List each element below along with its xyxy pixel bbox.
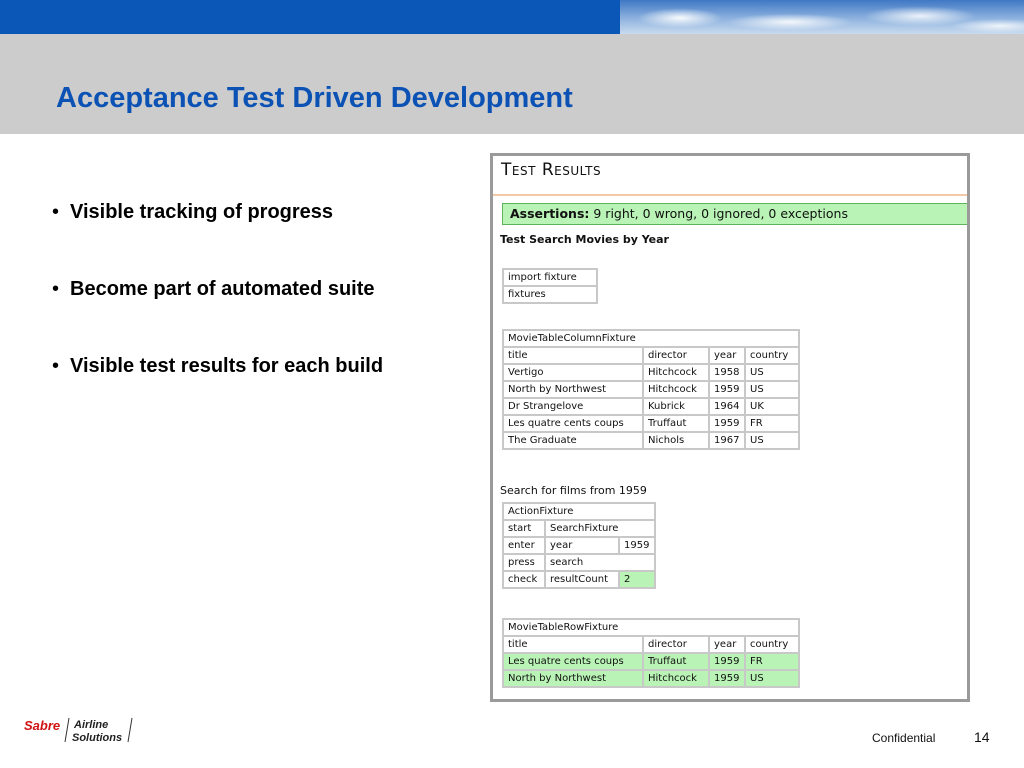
table-cell: enter [502,536,546,555]
fixture-name: MovieTableRowFixture [502,618,800,637]
import-fixture-table: import fixture fixtures [502,268,598,304]
table-cell: 1967 [708,431,746,450]
table-cell: country [744,635,800,654]
table-cell: 1964 [708,397,746,416]
table-cell: year [708,635,746,654]
table-cell: start [502,519,546,538]
table-cell: UK [744,397,800,416]
action-row: check resultCount 2 [502,570,656,589]
sky-banner-image [620,0,1024,34]
suite-name: Test Search Movies by Year [500,233,669,246]
bullet-list: • Visible tracking of progress • Become pa… [52,198,383,429]
table-cell: Kubrick [642,397,710,416]
movie-row: The Graduate Nichols 1967 US [502,431,800,450]
bullet-text: Visible tracking of progress [70,201,334,223]
action-fixture-table: ActionFixture start SearchFixture enter yea… [502,502,656,589]
bullet-dot-icon: • [52,355,60,377]
logo-brand-text: Sabre [24,718,60,733]
movie-row: Les quatre cents coups Truffaut 1959 FR [502,652,800,671]
bullet-dot-icon: • [52,201,60,223]
table-cell: 2 [618,570,656,589]
table-cell: FR [744,652,800,671]
table-cell: 1959 [618,536,656,555]
table-cell: The Graduate [502,431,644,450]
header-row: title director year country [502,635,800,654]
logo-separator [64,717,70,743]
search-label: Search for films from 1959 [500,484,647,497]
table-cell: Les quatre cents coups [502,652,644,671]
sabre-logo: Sabre Airline Solutions [24,717,133,744]
table-cell: director [642,635,710,654]
action-row: enter year 1959 [502,536,656,555]
table-cell: title [502,635,644,654]
table-cell: Les quatre cents coups [502,414,644,433]
table-cell: title [502,346,644,365]
table-cell: US [744,380,800,399]
table-cell: 1959 [708,652,746,671]
page-number: 14 [974,729,990,745]
bullet-item: • Visible tracking of progress [52,198,383,275]
action-row: press search [502,553,656,572]
table-cell: press [502,553,546,572]
confidential-label: Confidential [872,731,936,745]
table-cell: US [744,363,800,382]
table-cell: 1958 [708,363,746,382]
table-cell: fixtures [502,285,598,304]
table-cell: search [544,553,656,572]
bullet-text: Become part of automated suite [70,278,375,300]
movie-row: Dr Strangelove Kubrick 1964 UK [502,397,800,416]
column-fixture-table: MovieTableColumnFixture title director yea… [502,329,800,450]
table-cell: FR [744,414,800,433]
test-results-screenshot: Test Results Assertions: 9 right, 0 wron… [490,153,970,702]
assertions-summary: Assertions: 9 right, 0 wrong, 0 ignored,… [502,203,967,225]
table-cell: director [642,346,710,365]
slide-title: Acceptance Test Driven Development [56,82,573,114]
table-cell: Hitchcock [642,363,710,382]
table-cell: country [744,346,800,365]
table-cell: US [744,669,800,688]
table-cell: North by Northwest [502,380,644,399]
table-cell: Vertigo [502,363,644,382]
table-cell: import fixture [502,268,598,287]
logo-line1-text: Airline [73,719,108,731]
title-divider [493,194,967,196]
table-cell: Hitchcock [642,669,710,688]
assertions-counts: 9 right, 0 wrong, 0 ignored, 0 exception… [593,206,848,221]
assertions-label: Assertions: [510,206,590,221]
table-cell: 1959 [708,380,746,399]
header-row: title director year country [502,346,800,365]
table-cell: year [544,536,620,555]
row-fixture-table: MovieTableRowFixture title director year co… [502,618,800,688]
table-cell: US [744,431,800,450]
action-row: start SearchFixture [502,519,656,538]
bullet-item: • Visible test results for each build [52,352,383,429]
table-cell: resultCount [544,570,620,589]
logo-separator [127,717,133,743]
table-cell: 1959 [708,414,746,433]
movie-row: Vertigo Hitchcock 1958 US [502,363,800,382]
movie-row: North by Northwest Hitchcock 1959 US [502,669,800,688]
import-row: fixtures [502,285,598,304]
import-row: import fixture [502,268,598,287]
table-cell: North by Northwest [502,669,644,688]
fixture-name: MovieTableColumnFixture [502,329,800,348]
movie-row: Les quatre cents coups Truffaut 1959 FR [502,414,800,433]
table-cell: Hitchcock [642,380,710,399]
bullet-text: Visible test results for each build [70,355,384,377]
table-cell: Truffaut [642,414,710,433]
table-cell: Truffaut [642,652,710,671]
table-cell: 1959 [708,669,746,688]
logo-line2-text: Solutions [72,732,122,744]
bullet-dot-icon: • [52,278,60,300]
bullet-item: • Become part of automated suite [52,275,383,352]
test-results-title: Test Results [501,160,602,180]
table-cell: SearchFixture [544,519,656,538]
table-cell: Nichols [642,431,710,450]
movie-row: North by Northwest Hitchcock 1959 US [502,380,800,399]
table-cell: Dr Strangelove [502,397,644,416]
table-cell: year [708,346,746,365]
table-cell: check [502,570,546,589]
fixture-name: ActionFixture [502,502,656,521]
